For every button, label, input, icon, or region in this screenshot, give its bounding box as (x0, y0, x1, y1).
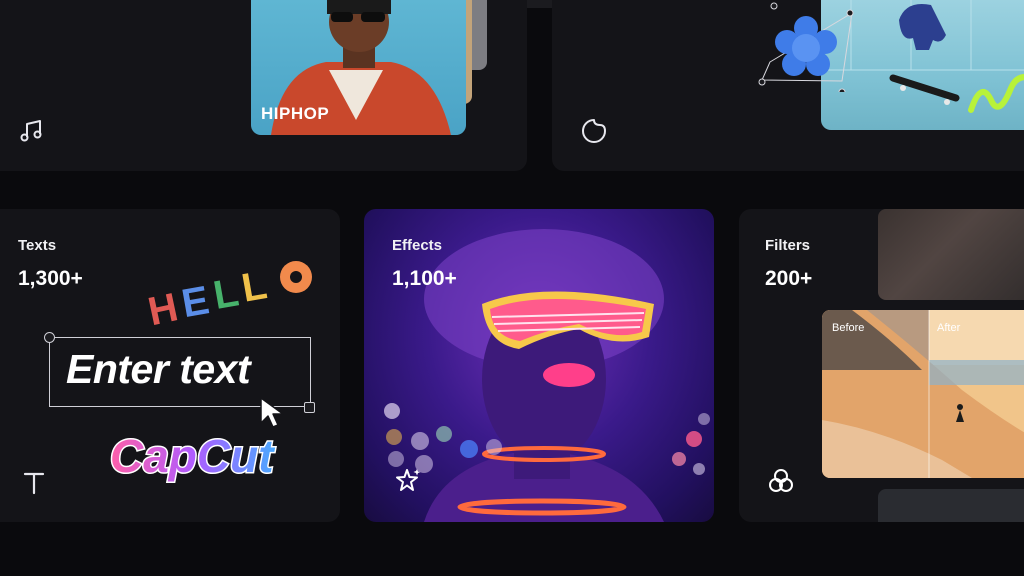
svg-text:L: L (238, 263, 270, 311)
text-box-resize-handle[interactable] (304, 402, 315, 413)
music-card[interactable]: HIPHOP (0, 0, 527, 171)
hiphop-label: HIPHOP (261, 104, 330, 123)
filters-count: 200+ (765, 267, 813, 290)
svg-text:L: L (210, 270, 242, 318)
filters-circles-icon (769, 469, 793, 492)
effects-count: 1,100+ (392, 267, 457, 290)
text-box-close-handle[interactable] (44, 332, 55, 343)
before-label: Before (832, 322, 865, 334)
snow-mountain-illustration (822, 310, 1024, 478)
effects-title: Effects (392, 237, 443, 254)
filter-preview-top (878, 209, 1024, 300)
after-label: After (937, 322, 961, 334)
filters-card[interactable]: Before After Filters 200+ (739, 209, 1024, 522)
stickers-card[interactable] (552, 0, 1024, 171)
hello-sticker: H E L L (144, 261, 312, 329)
capcut-sticker-text: CapCut (110, 430, 275, 482)
svg-text:H: H (144, 285, 181, 329)
sparkle-star-icon (396, 469, 421, 491)
music-note-icon (20, 120, 42, 142)
filters-title: Filters (765, 237, 811, 254)
filter-before-after-preview: Before After (822, 310, 1024, 478)
sample-text: Enter text (66, 346, 251, 392)
texts-count: 1,300+ (18, 267, 83, 290)
blob-sticker-selection (758, 2, 854, 92)
effects-card[interactable]: Effects 1,100+ (364, 209, 714, 522)
text-tool-icon (23, 472, 45, 495)
svg-text:E: E (178, 278, 212, 326)
capcut-sticker: CapCut (109, 429, 277, 484)
hiphop-album-art: HIPHOP (251, 0, 466, 135)
sticker-icon (582, 119, 606, 143)
filter-preview-bottom (878, 489, 1024, 522)
texts-title: Texts (18, 237, 57, 254)
texts-card[interactable]: Texts 1,300+ H E L L Enter text CapCut (0, 209, 340, 522)
